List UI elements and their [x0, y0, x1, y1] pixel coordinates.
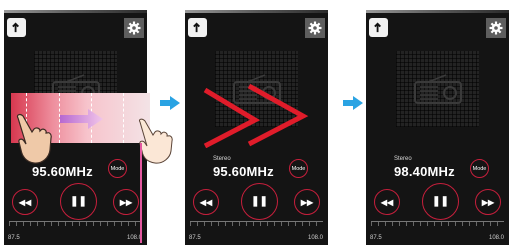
- settings-button[interactable]: [486, 18, 506, 38]
- swipe-direction-arrow-icon: [60, 109, 103, 129]
- frequency-display: 95.60MHz: [32, 164, 93, 179]
- mode-button[interactable]: Mode: [289, 159, 308, 178]
- swipe-chevrons-icon: [203, 83, 309, 148]
- mode-label: Mode: [110, 165, 125, 172]
- pause-button[interactable]: ❚❚: [241, 183, 278, 220]
- scale-min-label: 87.5: [189, 235, 201, 241]
- scale-min-label: 87.5: [8, 235, 20, 241]
- blue-triangle-arrow-icon: [343, 96, 363, 110]
- mode-label: Mode: [472, 165, 487, 172]
- radio-icon: [413, 74, 462, 104]
- pause-button[interactable]: ❚❚: [422, 183, 459, 220]
- radio-screen-2: Stereo 95.60MHz Mode ◀◀ ❚❚ ▶▶ 87.5 108.0: [185, 10, 328, 245]
- stereo-label: Stereo: [213, 156, 231, 162]
- stereo-label: Stereo: [394, 156, 412, 162]
- back-button[interactable]: [188, 18, 207, 37]
- rewind-icon: ◀◀: [18, 197, 32, 207]
- back-button[interactable]: [369, 18, 388, 37]
- tuning-needle: [140, 143, 142, 243]
- mode-button[interactable]: Mode: [108, 159, 127, 178]
- seek-back-button[interactable]: ◀◀: [374, 189, 400, 215]
- seek-forward-button[interactable]: ▶▶: [294, 189, 320, 215]
- seek-forward-button[interactable]: ▶▶: [475, 189, 501, 215]
- pause-icon: ❚❚: [70, 196, 87, 207]
- gear-icon: [308, 21, 322, 35]
- station-artwork: [396, 51, 479, 127]
- seek-forward-button[interactable]: ▶▶: [113, 189, 139, 215]
- seek-back-button[interactable]: ◀◀: [193, 189, 219, 215]
- pause-button[interactable]: ❚❚: [60, 183, 97, 220]
- scale-max-label: 108.0: [488, 235, 504, 241]
- settings-button[interactable]: [124, 18, 144, 38]
- back-button[interactable]: [7, 18, 26, 37]
- fast-forward-icon: ▶▶: [481, 197, 495, 207]
- frequency-scale[interactable]: [190, 221, 323, 229]
- back-arrow-icon: [12, 22, 19, 33]
- gear-icon: [489, 21, 503, 35]
- back-arrow-icon: [374, 22, 381, 33]
- pause-icon: ❚❚: [251, 196, 268, 207]
- frequency-scale[interactable]: [9, 221, 142, 229]
- frequency-scale[interactable]: [371, 221, 504, 229]
- hand-start-icon: [16, 113, 52, 164]
- seek-back-button[interactable]: ◀◀: [12, 189, 38, 215]
- fast-forward-icon: ▶▶: [119, 197, 133, 207]
- frequency-display: 98.40MHz: [394, 164, 455, 179]
- rewind-icon: ◀◀: [380, 197, 394, 207]
- scale-max-label: 108.0: [307, 235, 323, 241]
- frequency-display: 95.60MHz: [213, 164, 274, 179]
- mode-button[interactable]: Mode: [470, 159, 489, 178]
- back-arrow-icon: [193, 22, 200, 33]
- settings-button[interactable]: [305, 18, 325, 38]
- radio-screen-3: Stereo 98.40MHz Mode ◀◀ ❚❚ ▶▶ 87.5 108.0: [366, 10, 509, 245]
- scale-min-label: 87.5: [370, 235, 382, 241]
- rewind-icon: ◀◀: [199, 197, 213, 207]
- band-divider: [123, 93, 124, 143]
- blue-triangle-arrow-icon: [160, 96, 180, 110]
- pause-icon: ❚❚: [432, 196, 449, 207]
- gear-icon: [127, 21, 141, 35]
- mode-label: Mode: [291, 165, 306, 172]
- fast-forward-icon: ▶▶: [300, 197, 314, 207]
